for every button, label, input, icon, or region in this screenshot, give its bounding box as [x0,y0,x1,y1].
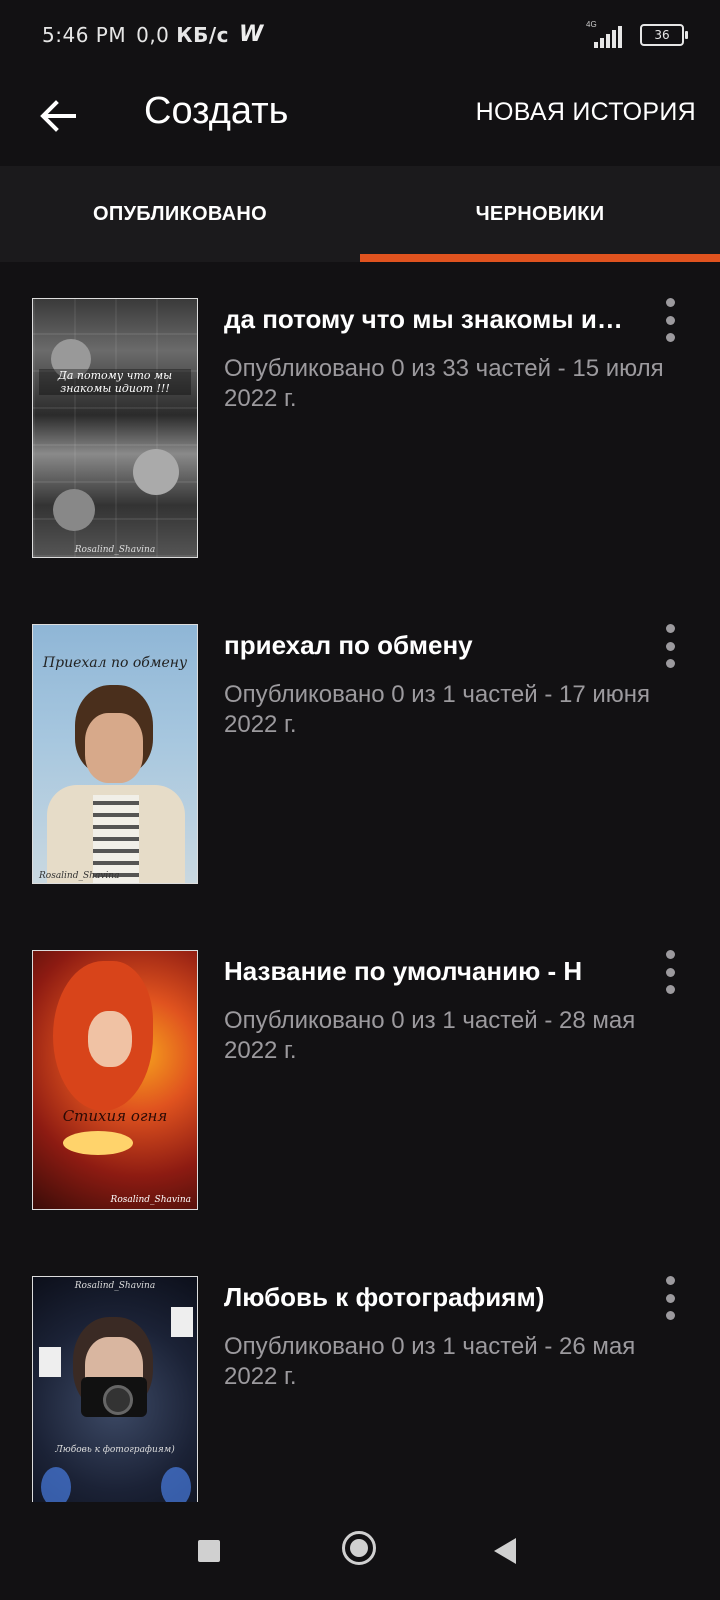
wattpad-icon: W [239,22,264,47]
tab-bar: ОПУБЛИКОВАНО ЧЕРНОВИКИ [0,166,720,262]
app-toolbar: Создать НОВАЯ ИСТОРИЯ [0,70,720,166]
tab-label: ОПУБЛИКОВАНО [93,202,267,225]
cover-signature: Rosalind_Shavina [74,1281,156,1291]
story-meta: Опубликовано 0 из 1 частей - 17 июня 202… [224,681,651,738]
story-item[interactable]: Да потому что мы знакомы идиот !!! Rosal… [0,262,720,588]
story-title: Название по умолчанию - Н [224,956,583,986]
story-meta: Опубликовано 0 из 1 частей - 26 мая 2022… [224,1333,636,1390]
back-button[interactable] [30,88,86,144]
story-cover: Rosalind_Shavina Любовь к фотографиям) [32,1276,198,1502]
story-title: приехал по обмену [224,630,473,660]
story-meta: Опубликовано 0 из 33 частей - 15 июля 20… [224,355,664,412]
system-back-button[interactable] [494,1538,516,1564]
cover-text: Стихия огня [62,1107,168,1125]
cover-signature: Rosalind_Shavina [110,1195,191,1205]
status-right: 4G 36 [586,20,688,48]
more-options-button[interactable] [656,1276,684,1320]
cover-text: Да потому что мы знакомы идиот !!! [39,369,191,395]
story-item[interactable]: Приехал по обмену Rosalind_Shavina приех… [0,588,720,914]
battery-icon: 36 [640,24,688,46]
status-left: 5:46 PM 0,0 КБ/с W [42,22,264,47]
more-options-button[interactable] [656,624,684,668]
story-item[interactable]: Стихия огня Rosalind_Shavina Название по… [0,914,720,1240]
cover-signature: Rosalind_Shavina [39,871,120,881]
status-bar: 5:46 PM 0,0 КБ/с W 4G 36 [0,0,720,70]
story-title: Любовь к фотографиям) [224,1282,545,1312]
story-meta: Опубликовано 0 из 1 частей - 28 мая 2022… [224,1007,636,1064]
story-cover: Приехал по обмену Rosalind_Shavina [32,624,198,884]
more-vertical-icon [665,624,675,633]
drafts-list: Да потому что мы знакомы идиот !!! Rosal… [0,262,720,1502]
story-cover: Стихия огня Rosalind_Shavina [32,950,198,1210]
tab-published[interactable]: ОПУБЛИКОВАНО [0,166,360,262]
tab-drafts[interactable]: ЧЕРНОВИКИ [360,166,720,262]
status-time: 5:46 PM [42,22,127,47]
more-vertical-icon [665,1276,675,1285]
new-story-button[interactable]: НОВАЯ ИСТОРИЯ [476,98,696,127]
story-item[interactable]: Rosalind_Shavina Любовь к фотографиям) Л… [0,1240,720,1502]
more-options-button[interactable] [656,950,684,994]
recents-button[interactable] [198,1540,220,1562]
cover-signature: Rosalind_Shavina [74,545,156,555]
more-vertical-icon [665,950,675,959]
cover-text: Любовь к фотографиям) [55,1445,175,1455]
story-title: да потому что мы знакомы идиот [224,304,634,334]
arrow-left-icon [40,100,76,132]
system-nav-bar [0,1502,720,1600]
page-title: Создать [144,90,289,132]
more-vertical-icon [665,298,675,307]
story-cover: Да потому что мы знакомы идиот !!! Rosal… [32,298,198,558]
home-button[interactable] [342,1531,376,1565]
signal-icon: 4G [586,20,626,48]
cover-text: Приехал по обмену [42,655,188,671]
tab-label: ЧЕРНОВИКИ [475,202,605,225]
more-options-button[interactable] [656,298,684,342]
battery-level: 36 [654,28,670,42]
network-speed: 0,0 КБ/с [136,22,230,47]
